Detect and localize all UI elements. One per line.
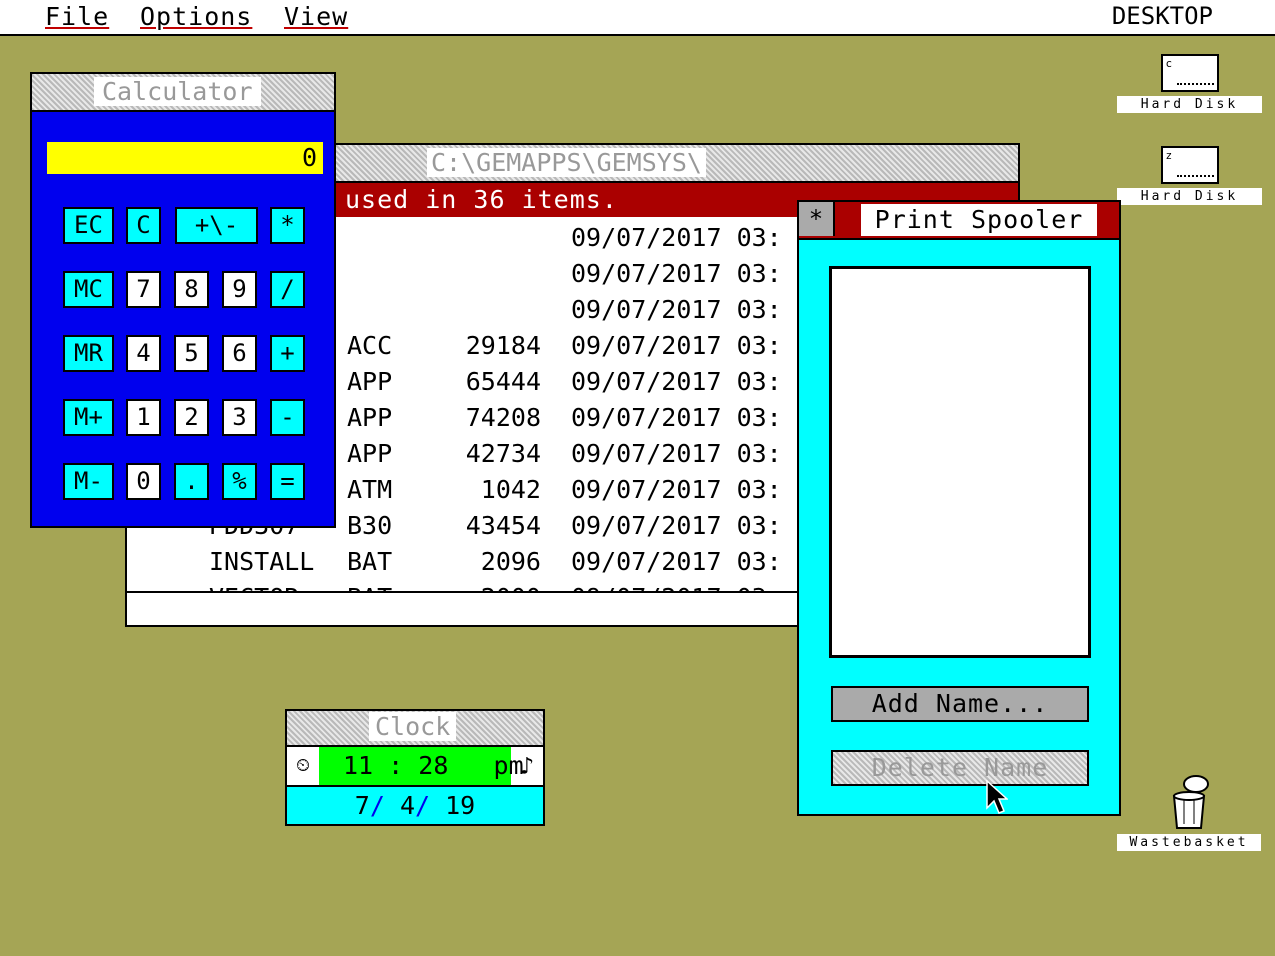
clock-window: Clock ⏲ 11 : 28 pm ♪ 7/ 4/ 19	[285, 709, 545, 826]
key-7[interactable]: 7	[126, 271, 161, 308]
clock-minute: 28	[418, 751, 449, 780]
key-mr[interactable]: MR	[63, 335, 114, 372]
key-divide[interactable]: /	[270, 271, 305, 308]
file-size: 43454	[465, 511, 541, 540]
menu-view[interactable]: View	[284, 2, 348, 31]
close-box[interactable]: *	[799, 202, 835, 236]
file-size: 65444	[465, 367, 541, 396]
clock-title: Clock	[369, 712, 457, 741]
drive-letter: z	[1165, 149, 1173, 162]
key-9[interactable]: 9	[222, 271, 257, 308]
trash-can-icon	[1166, 772, 1212, 830]
wastebasket-label: Wastebasket	[1117, 834, 1261, 851]
music-note-icon[interactable]: ♪	[511, 747, 543, 785]
file-ext: APP	[347, 439, 393, 468]
file-ext: APP	[347, 403, 393, 432]
key-minus[interactable]: -	[270, 399, 305, 436]
time-row: ⏲ 11 : 28 pm ♪	[287, 747, 543, 787]
file-date: 09/07/2017 03:	[571, 511, 782, 540]
delete-name-button[interactable]: Delete Name	[831, 750, 1089, 786]
key-ec[interactable]: EC	[63, 207, 114, 244]
key-mplus[interactable]: M+	[63, 399, 114, 436]
print-queue-list[interactable]	[829, 266, 1091, 658]
key-2[interactable]: 2	[174, 399, 209, 436]
key-4[interactable]: 4	[126, 335, 161, 372]
key-plus[interactable]: +	[270, 335, 305, 372]
calculator-display: 0	[47, 142, 323, 174]
clock-year: 19	[445, 791, 476, 820]
key-percent[interactable]: %	[222, 463, 257, 500]
drive-icon: c	[1160, 54, 1219, 92]
key-c[interactable]: C	[126, 207, 161, 244]
file-size: 2000	[481, 583, 541, 591]
print-spooler-window: * Print Spooler Add Name... Delete Name	[797, 200, 1121, 816]
clock-day: 4	[399, 791, 415, 820]
key-3[interactable]: 3	[222, 399, 257, 436]
file-ext: B30	[347, 511, 393, 540]
file-ext: ATM	[347, 475, 393, 504]
drive-letter: c	[1165, 57, 1173, 70]
clock-title-bar[interactable]: Clock	[287, 711, 543, 747]
desktop-menu[interactable]: DESKTOP	[1112, 2, 1213, 30]
key-mminus[interactable]: M-	[63, 463, 114, 500]
drive-icon: z	[1160, 146, 1219, 184]
file-size: 1042	[480, 475, 541, 504]
calculator-window: Calculator 0 EC C +\- * MC 7 8 9 / MR 4 …	[30, 72, 336, 528]
print-spooler-title-bar[interactable]: * Print Spooler	[799, 202, 1119, 240]
hard-disk-c-label: Hard Disk	[1117, 96, 1262, 113]
key-dot[interactable]: .	[174, 463, 209, 500]
alarm-icon[interactable]: ⏲	[287, 747, 319, 785]
calculator-title: Calculator	[94, 77, 261, 106]
key-0[interactable]: 0	[126, 463, 161, 500]
key-5[interactable]: 5	[174, 335, 209, 372]
file-date: 09/07/2017 03:	[571, 295, 782, 324]
file-date: 09/07/2017 03:	[571, 367, 782, 396]
date-display[interactable]: 7/ 4/ 19	[287, 787, 543, 824]
file-size: 74208	[465, 403, 541, 432]
key-8[interactable]: 8	[174, 271, 209, 308]
file-date: 09/07/2017 03:	[571, 475, 782, 504]
hard-disk-z-label: Hard Disk	[1117, 188, 1262, 205]
file-size: 2096	[480, 547, 541, 576]
file-date: 09/07/2017 03:	[571, 331, 782, 360]
file-name: INSTALL	[209, 547, 315, 576]
hard-disk-c-icon[interactable]: c Hard Disk	[1117, 54, 1262, 113]
key-1[interactable]: 1	[126, 399, 161, 436]
clock-hour: 11	[343, 751, 374, 780]
key-plusminus[interactable]: +\-	[175, 207, 258, 244]
file-ext: BAT	[347, 547, 393, 576]
file-date: 09/07/2017 03:	[571, 403, 782, 432]
key-mc[interactable]: MC	[63, 271, 114, 308]
file-size: 29184	[465, 331, 541, 360]
file-size: 42734	[465, 439, 541, 468]
hard-disk-z-icon[interactable]: z Hard Disk	[1117, 146, 1262, 205]
add-name-button[interactable]: Add Name...	[831, 686, 1089, 722]
key-6[interactable]: 6	[222, 335, 257, 372]
file-date: 09/07/2017 03:	[571, 583, 782, 591]
file-ext: APP	[347, 367, 393, 396]
file-date: 09/07/2017 03:	[571, 547, 782, 576]
calculator-title-bar[interactable]: Calculator	[32, 74, 334, 112]
menu-bar: File Options View DESKTOP	[0, 0, 1275, 36]
file-date: 09/07/2017 03:	[571, 223, 782, 252]
file-ext: ACC	[347, 331, 393, 360]
clock-month: 7	[354, 791, 370, 820]
mouse-cursor-icon	[986, 780, 1008, 814]
menu-view-label: View	[284, 2, 349, 31]
key-equals[interactable]: =	[270, 463, 305, 500]
file-date: 09/07/2017 03:	[571, 439, 782, 468]
menu-file-label: File	[45, 2, 110, 31]
menu-options[interactable]: Options	[140, 2, 252, 31]
file-name: VECTOR	[209, 583, 299, 591]
file-date: 09/07/2017 03:	[571, 259, 782, 288]
directory-title: C:\GEMAPPS\GEMSYS\	[427, 148, 706, 177]
file-ext: BAT	[347, 583, 392, 591]
print-spooler-title: Print Spooler	[861, 204, 1097, 236]
key-multiply[interactable]: *	[270, 207, 305, 244]
time-display[interactable]: 11 : 28 pm	[319, 747, 524, 785]
wastebasket-icon[interactable]: Wastebasket	[1117, 772, 1261, 851]
menu-options-label: Options	[140, 2, 253, 31]
menu-file[interactable]: File	[45, 2, 109, 31]
